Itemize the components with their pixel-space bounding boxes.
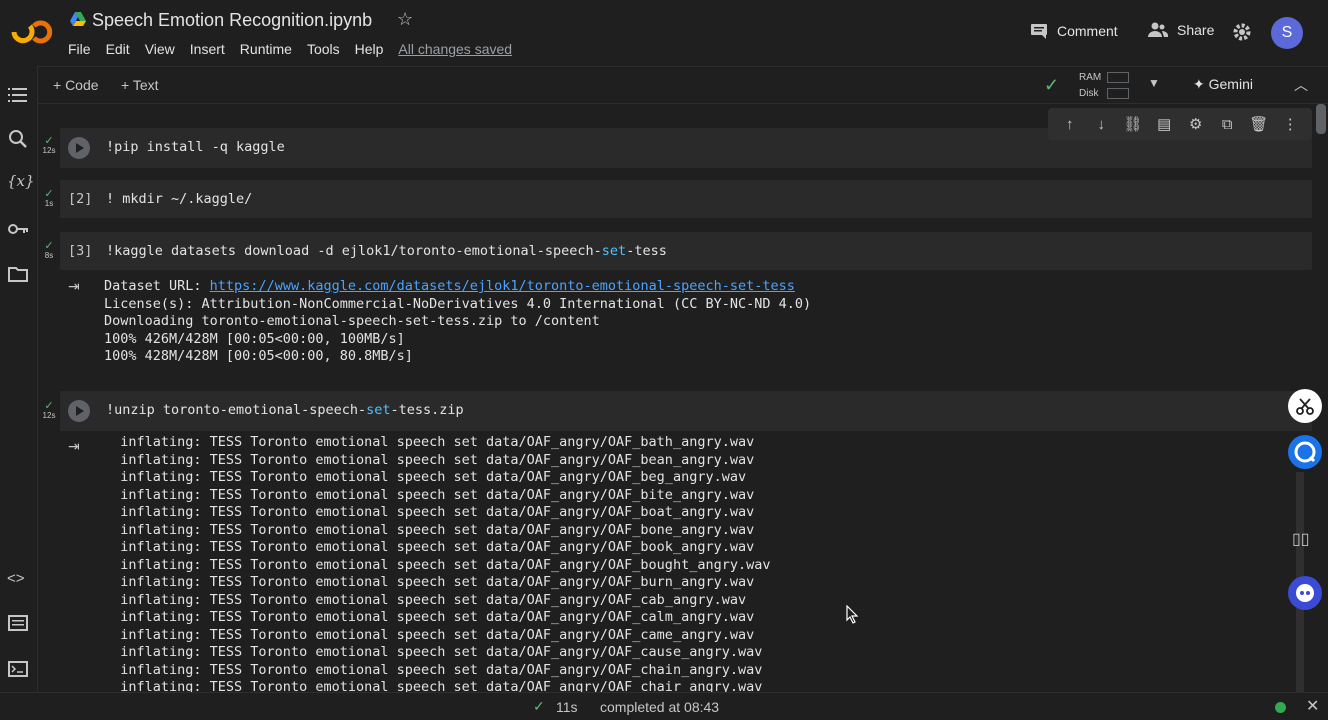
play-icon[interactable]	[68, 137, 90, 159]
share-icon	[1148, 22, 1168, 37]
app-header: Speech Emotion Recognition.ipynb ☆ File …	[0, 0, 1328, 66]
notebook-area: ✓ 12s !pip install -q kaggle ↑ ↓ ⛓ ▤ ⚙ ⧉ …	[38, 104, 1328, 692]
chevron-up-icon[interactable]: ︿	[1294, 75, 1308, 95]
share-label: Share	[1177, 22, 1215, 38]
comment-cell-icon[interactable]: ▤	[1153, 115, 1175, 133]
cell-toolbar: ↑ ↓ ⛓ ▤ ⚙ ⧉ 🗑 ⋮	[1048, 108, 1312, 140]
chat-bubble-icon	[1294, 441, 1316, 463]
book-icon[interactable]: ▯▯	[1292, 529, 1310, 549]
bot-icon	[1296, 584, 1314, 602]
cell-code[interactable]: ! mkdir ~/.kaggle/	[106, 191, 252, 207]
menu-bar: File Edit View Insert Runtime Tools Help…	[68, 41, 527, 57]
code-cell[interactable]: !unzip toronto-emotional-speech-set-tess…	[60, 391, 1312, 431]
scissors-widget[interactable]	[1288, 389, 1322, 423]
cell-code[interactable]: !kaggle datasets download -d ejlok1/toro…	[106, 243, 667, 259]
code-snippets-icon[interactable]: <>	[7, 570, 29, 592]
menu-insert[interactable]: Insert	[190, 41, 225, 57]
dataset-link[interactable]: https://www.kaggle.com/datasets/ejlok1/t…	[210, 278, 795, 294]
toc-icon[interactable]	[7, 84, 29, 106]
menu-help[interactable]: Help	[355, 41, 384, 57]
add-text-button[interactable]: + Text	[121, 77, 159, 93]
left-rail: {x} <>	[0, 66, 38, 692]
output-icon[interactable]: ⇥	[68, 438, 80, 455]
menu-tools[interactable]: Tools	[307, 41, 340, 57]
menu-view[interactable]: View	[145, 41, 175, 57]
cell-status: ✓ 12s	[42, 400, 56, 421]
close-icon[interactable]: ✕	[1306, 696, 1319, 716]
share-button[interactable]: Share	[1148, 22, 1214, 38]
gemini-button[interactable]: ✦ Gemini	[1193, 76, 1253, 93]
notebook-title[interactable]: Speech Emotion Recognition.ipynb	[92, 10, 372, 31]
code-cell[interactable]: [2] ! mkdir ~/.kaggle/	[60, 180, 1312, 218]
arrow-down-icon[interactable]: ↓	[1090, 116, 1112, 133]
gemini-label: Gemini	[1208, 76, 1253, 92]
variables-icon[interactable]: {x}	[7, 172, 35, 194]
arrow-up-icon[interactable]: ↑	[1059, 116, 1081, 133]
menu-runtime[interactable]: Runtime	[240, 41, 292, 57]
delete-icon[interactable]: 🗑	[1248, 115, 1270, 133]
search-icon[interactable]	[7, 128, 29, 150]
bot-widget[interactable]	[1288, 576, 1322, 610]
link-icon[interactable]: ⛓	[1122, 115, 1144, 133]
exec-count: [2]	[68, 191, 93, 207]
code-cell[interactable]: [3] !kaggle datasets download -d ejlok1/…	[60, 232, 1312, 270]
folder-icon[interactable]	[7, 263, 29, 285]
key-icon[interactable]	[7, 218, 29, 240]
mouse-cursor-icon	[846, 605, 859, 624]
menu-edit[interactable]: Edit	[106, 41, 130, 57]
terminal-icon[interactable]	[7, 658, 29, 680]
chevron-down-icon[interactable]: ▼	[1148, 76, 1160, 90]
menu-file[interactable]: File	[68, 41, 91, 57]
resource-labels[interactable]: RAM Disk	[1079, 70, 1101, 102]
more-vert-icon[interactable]: ⋮	[1279, 115, 1301, 133]
cell-status: ✓ 12s	[42, 135, 56, 156]
cell-status: ✓ 8s	[44, 240, 54, 261]
notebook-toolbar: + Code + Text ✓ RAM Disk ▼ ✦ Gemini ︿	[38, 66, 1328, 104]
exec-count: [3]	[68, 243, 93, 259]
play-icon[interactable]	[68, 400, 90, 422]
avatar[interactable]: S	[1271, 17, 1303, 49]
ram-meter	[1107, 72, 1129, 83]
star-icon[interactable]: ☆	[397, 9, 413, 30]
add-code-button[interactable]: + Code	[53, 77, 99, 93]
cell-status: ✓ 1s	[44, 188, 54, 209]
status-bar: ✓ 11s completed at 08:43 ✕	[0, 692, 1328, 720]
scissors-icon	[1296, 398, 1314, 415]
drive-icon[interactable]	[70, 12, 86, 26]
cell-settings-icon[interactable]: ⚙	[1185, 115, 1207, 133]
cell-output: Dataset URL: https://www.kaggle.com/data…	[104, 278, 812, 364]
mirror-icon[interactable]: ⧉	[1216, 116, 1238, 133]
comment-button[interactable]: Comment	[1030, 22, 1118, 40]
disk-meter	[1107, 88, 1129, 99]
notebook-scrollbar[interactable]	[1316, 104, 1326, 134]
comment-label: Comment	[1057, 23, 1118, 39]
comment-icon	[1031, 24, 1047, 39]
sparkle-icon: ✦	[1193, 76, 1209, 92]
elapsed-time[interactable]: 11s	[556, 699, 578, 715]
gear-icon[interactable]	[1232, 22, 1252, 42]
assistant-widget[interactable]	[1288, 435, 1322, 469]
completed-status[interactable]: completed at 08:43	[600, 699, 719, 715]
cell-output: inflating: TESS Toronto emotional speech…	[104, 434, 771, 692]
save-status[interactable]: All changes saved	[398, 41, 512, 57]
check-icon: ✓	[533, 698, 545, 714]
cell-code[interactable]: !pip install -q kaggle	[106, 139, 285, 155]
ram-label: RAM	[1079, 72, 1102, 83]
command-palette-icon[interactable]	[7, 612, 29, 634]
connected-check-icon[interactable]: ✓	[1044, 75, 1059, 96]
output-icon[interactable]: ⇥	[68, 278, 80, 295]
colab-logo[interactable]	[10, 14, 54, 50]
disk-label: Disk	[1079, 88, 1099, 99]
runtime-status-dot[interactable]	[1275, 702, 1286, 713]
cell-code[interactable]: !unzip toronto-emotional-speech-set-tess…	[106, 402, 464, 418]
